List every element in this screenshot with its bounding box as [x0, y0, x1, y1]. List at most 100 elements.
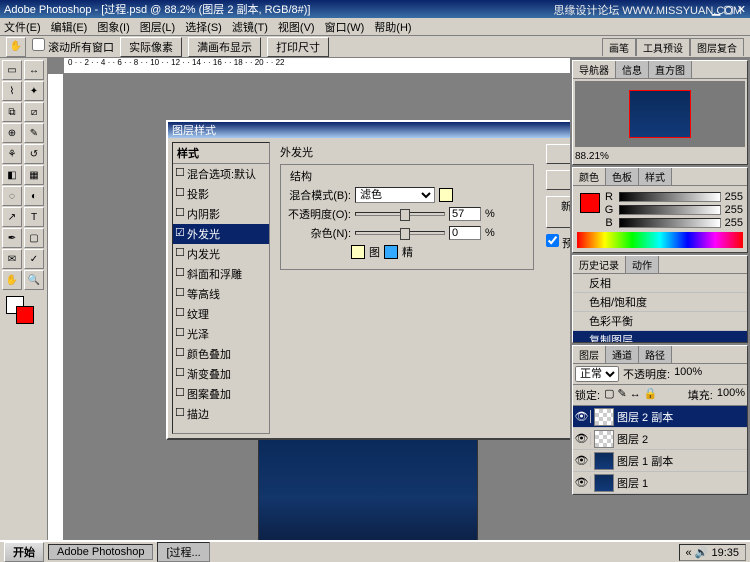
cancel-button[interactable]: 取消 — [546, 170, 570, 190]
start-button[interactable]: 开始 — [4, 542, 44, 562]
visibility-icon[interactable]: 👁 — [573, 454, 591, 467]
layers-tab[interactable]: 图层 — [573, 346, 606, 363]
layer-row[interactable]: 👁图层 1 — [573, 472, 747, 494]
menu-view[interactable]: 视图(V) — [278, 19, 315, 35]
brushes-tab[interactable]: 画笔 — [602, 38, 636, 56]
color-fg-swatch[interactable] — [580, 193, 600, 213]
tool-presets-tab[interactable]: 工具预设 — [636, 38, 690, 56]
task-doc[interactable]: [过程... — [157, 542, 209, 562]
menu-layer[interactable]: 图层(L) — [140, 19, 175, 35]
eyedropper-tool[interactable]: ✓ — [24, 249, 44, 269]
eraser-tool[interactable]: ◧ — [2, 165, 22, 185]
history-item[interactable]: 色彩平衡 — [573, 312, 747, 331]
opacity-input[interactable] — [449, 207, 481, 221]
preview-check[interactable]: 预览(V) — [546, 234, 570, 251]
fit-screen-button[interactable]: 满画布显示 — [188, 37, 261, 57]
color-swatches[interactable] — [2, 296, 45, 326]
paths-tab[interactable]: 路径 — [639, 346, 672, 363]
info-tab[interactable]: 信息 — [616, 61, 649, 78]
menu-image[interactable]: 图象(I) — [97, 19, 129, 35]
styles-tab[interactable]: 样式 — [639, 168, 672, 185]
noise-slider[interactable] — [355, 231, 445, 235]
visibility-icon[interactable]: 👁 — [573, 432, 591, 445]
slice-tool[interactable]: ⧄ — [24, 102, 44, 122]
layer-comps-tab[interactable]: 图层复合 — [690, 38, 744, 56]
history-item[interactable]: 复制图层 — [573, 331, 747, 342]
print-size-button[interactable]: 打印尺寸 — [267, 37, 329, 57]
noise-input[interactable] — [449, 226, 481, 240]
dialog-titlebar[interactable]: 图层样式 ✕ — [168, 122, 570, 138]
gradient-tool[interactable]: ▦ — [24, 165, 44, 185]
inner-shadow-item[interactable]: 内阴影 — [173, 204, 269, 224]
texture-item[interactable]: 纹理 — [173, 304, 269, 324]
marquee-tool[interactable]: ▭ — [2, 60, 22, 80]
menu-file[interactable]: 文件(E) — [4, 19, 41, 35]
lasso-tool[interactable]: ⌇ — [2, 81, 22, 101]
histogram-tab[interactable]: 直方图 — [649, 61, 692, 78]
menu-help[interactable]: 帮助(H) — [374, 19, 411, 35]
crop-tool[interactable]: ⧉ — [2, 102, 22, 122]
gradient-overlay-item[interactable]: 渐变叠加 — [173, 364, 269, 384]
stamp-tool[interactable]: ⚘ — [2, 144, 22, 164]
r-slider[interactable] — [619, 192, 721, 202]
pen-tool[interactable]: ✒ — [2, 228, 22, 248]
shape-tool[interactable]: ▢ — [24, 228, 44, 248]
type-tool[interactable]: T — [24, 207, 44, 227]
outer-glow-item[interactable]: 外发光 — [173, 224, 269, 244]
blur-tool[interactable]: ◌ — [2, 186, 22, 206]
stroke-item[interactable]: 描边 — [173, 404, 269, 424]
wand-tool[interactable]: ✦ — [24, 81, 44, 101]
satin-item[interactable]: 光泽 — [173, 324, 269, 344]
visibility-icon[interactable]: 👁 — [573, 410, 591, 423]
menu-window[interactable]: 窗口(W) — [325, 19, 365, 35]
blend-mode-select[interactable]: 正常 — [575, 366, 619, 382]
contour-item[interactable]: 等高线 — [173, 284, 269, 304]
bevel-item[interactable]: 斜面和浮雕 — [173, 264, 269, 284]
path-tool[interactable]: ↗ — [2, 207, 22, 227]
layer-row[interactable]: 👁图层 1 副本 — [573, 450, 747, 472]
drop-shadow-item[interactable]: 投影 — [173, 184, 269, 204]
menu-select[interactable]: 选择(S) — [185, 19, 222, 35]
opacity-slider[interactable] — [355, 212, 445, 216]
hand-tool[interactable]: ✋ — [2, 270, 22, 290]
navigator-view[interactable] — [575, 81, 745, 147]
visibility-icon[interactable]: 👁 — [573, 476, 591, 489]
glow-color-swatch[interactable] — [439, 188, 453, 202]
actual-pixels-button[interactable]: 实际像素 — [120, 37, 182, 57]
hand-tool-indicator[interactable]: ✋ — [6, 37, 26, 57]
swatches-tab[interactable]: 色板 — [606, 168, 639, 185]
b-slider[interactable] — [619, 218, 721, 228]
zoom-tool[interactable]: 🔍 — [24, 270, 44, 290]
dodge-tool[interactable]: ◐ — [24, 186, 44, 206]
document-canvas[interactable] — [258, 438, 478, 544]
color-overlay-item[interactable]: 颜色叠加 — [173, 344, 269, 364]
channels-tab[interactable]: 通道 — [606, 346, 639, 363]
actions-tab[interactable]: 动作 — [626, 256, 659, 273]
menu-edit[interactable]: 编辑(E) — [51, 19, 88, 35]
history-tab[interactable]: 历史记录 — [573, 256, 626, 273]
lock-icons[interactable]: ▢ ✎ ↔ 🔒 — [604, 387, 657, 403]
navigator-tab[interactable]: 导航器 — [573, 61, 616, 78]
gradient-swatch[interactable] — [384, 245, 398, 259]
menu-filter[interactable]: 滤镜(T) — [232, 19, 268, 35]
ok-button[interactable]: 好 — [546, 144, 570, 164]
history-item[interactable]: 色相/饱和度 — [573, 293, 747, 312]
brush-tool[interactable]: ✎ — [24, 123, 44, 143]
pattern-overlay-item[interactable]: 图案叠加 — [173, 384, 269, 404]
styles-header[interactable]: 样式 — [173, 143, 269, 164]
move-tool[interactable]: ↔ — [24, 60, 44, 80]
color-tab[interactable]: 颜色 — [573, 168, 606, 185]
history-brush-tool[interactable]: ↺ — [24, 144, 44, 164]
blend-default-item[interactable]: 混合选项:默认 — [173, 164, 269, 184]
element-color[interactable] — [351, 245, 365, 259]
history-item[interactable]: 反相 — [573, 274, 747, 293]
notes-tool[interactable]: ✉ — [2, 249, 22, 269]
zoom-readout[interactable]: 88.21% — [573, 149, 747, 164]
color-ramp[interactable] — [577, 232, 743, 248]
task-app[interactable]: Adobe Photoshop — [48, 544, 153, 560]
g-slider[interactable] — [619, 205, 721, 215]
scroll-all-check[interactable]: 滚动所有窗口 — [32, 38, 114, 55]
blend-mode-select[interactable]: 滤色 — [355, 187, 435, 203]
system-tray[interactable]: « 🔊 19:35 — [679, 544, 746, 561]
layer-row[interactable]: 👁图层 2 — [573, 428, 747, 450]
